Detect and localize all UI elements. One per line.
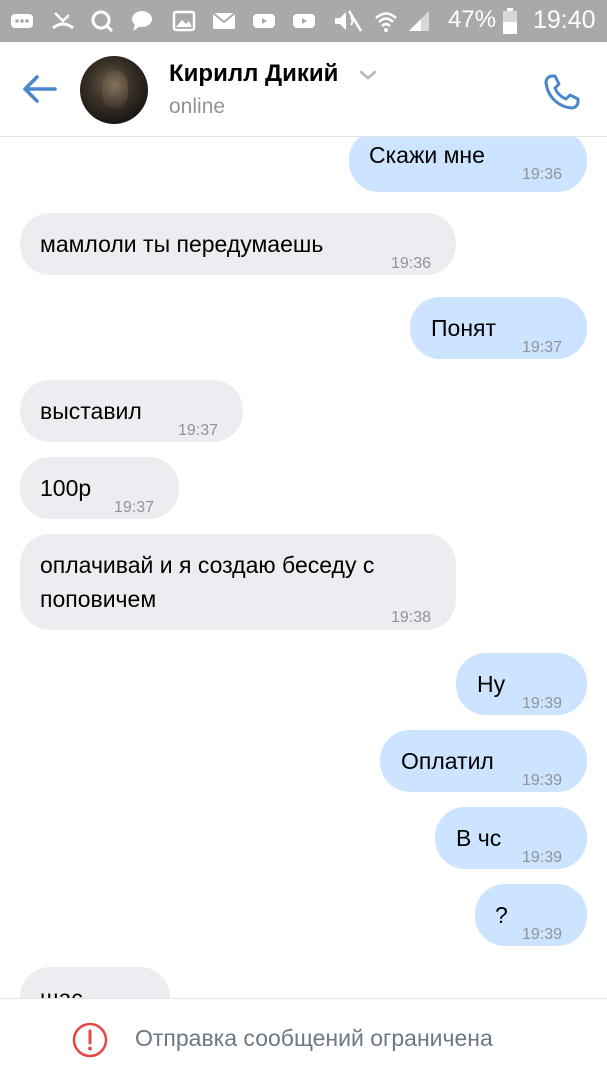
warning-icon [72, 1022, 108, 1058]
message-outgoing[interactable]: Оплатил 19:39 [380, 730, 587, 792]
message-time: 19:37 [522, 339, 563, 356]
youtube-icon [292, 9, 316, 33]
youtube-icon [252, 9, 276, 33]
message-text: мамлоли ты передумаешь [40, 231, 324, 257]
message-text: Оплатил [401, 748, 494, 774]
status-time: 19:40 [533, 6, 596, 34]
wifi-icon [374, 9, 398, 33]
gallery-icon [172, 9, 196, 33]
chat-header: Кирилл Дикий online [0, 42, 607, 137]
mute-icon [333, 9, 363, 33]
message-time: 19:39 [522, 926, 563, 943]
chevron-down-icon[interactable] [358, 68, 378, 82]
signal-icon [407, 9, 431, 33]
search-icon [90, 9, 114, 33]
message-text: Скажи мне [369, 142, 485, 168]
message-time: 19:37 [178, 422, 219, 439]
battery-percent: 47% [448, 6, 497, 33]
contact-status: online [169, 95, 226, 118]
message-time: 19:36 [522, 166, 563, 183]
composer-restricted-bar: Отправка сообщений ограничена [0, 998, 607, 1081]
more-icon [10, 9, 34, 33]
message-text: шас [40, 985, 83, 998]
message-incoming[interactable]: оплачивай и я создаю беседу с поповичем … [20, 534, 456, 630]
message-time: 19:36 [391, 255, 432, 272]
phone-icon[interactable] [542, 72, 582, 112]
message-outgoing[interactable]: ? 19:39 [475, 884, 587, 946]
message-time: 19:38 [391, 609, 432, 626]
message-text: Понят [431, 315, 497, 341]
message-outgoing[interactable]: Понят 19:37 [410, 297, 587, 359]
message-outgoing[interactable]: Ну 19:39 [456, 653, 587, 715]
status-bar: 47% 19:40 [0, 0, 607, 42]
avatar[interactable] [80, 56, 148, 124]
message-text: выставил [40, 398, 142, 424]
message-outgoing[interactable]: Скажи мне 19:36 [349, 136, 587, 192]
message-text: 100р [40, 475, 92, 501]
message-incoming[interactable]: мамлоли ты передумаешь 19:36 [20, 213, 456, 275]
message-time: 19:39 [522, 695, 563, 712]
message-text-line: оплачивай и я создаю беседу с [40, 552, 375, 578]
message-text-line: поповичем [40, 586, 157, 612]
message-incoming[interactable]: 100р 19:37 [20, 457, 179, 519]
contact-name[interactable]: Кирилл Дикий [169, 60, 338, 88]
message-incoming[interactable]: выставил 19:37 [20, 380, 243, 442]
message-time: 19:39 [522, 849, 563, 866]
battery-icon [502, 8, 518, 34]
message-list[interactable]: Скажи мне 19:36 мамлоли ты передумаешь 1… [0, 136, 607, 998]
message-incoming[interactable]: шас [20, 967, 170, 998]
mail-icon [212, 9, 236, 33]
message-text: Ну [477, 671, 506, 697]
missed-call-icon [51, 9, 75, 33]
message-time: 19:39 [522, 772, 563, 789]
restriction-notice: Отправка сообщений ограничена [135, 1025, 493, 1051]
message-outgoing[interactable]: В чс 19:39 [435, 807, 587, 869]
message-text: В чс [456, 825, 502, 851]
chat-icon [130, 9, 154, 33]
back-arrow-icon[interactable] [22, 74, 58, 104]
message-time: 19:37 [114, 499, 155, 516]
message-text: ? [495, 902, 508, 928]
